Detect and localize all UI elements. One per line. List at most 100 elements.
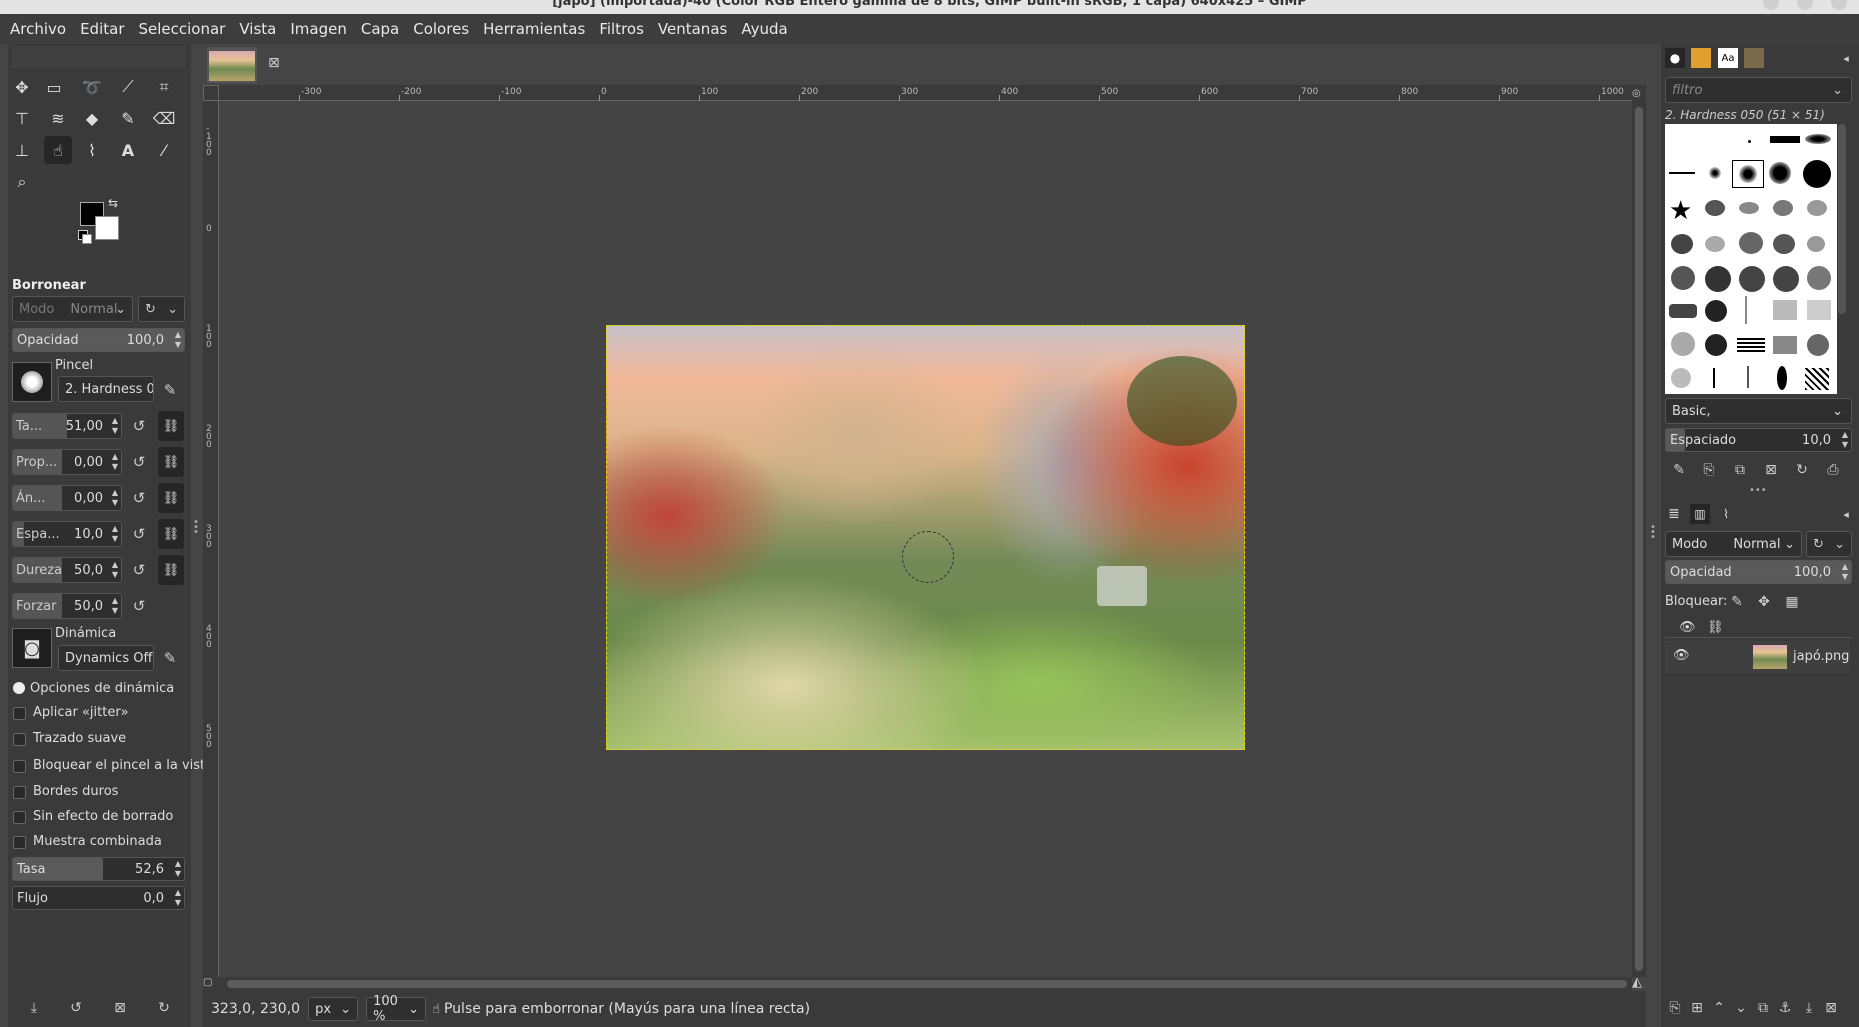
link-hardness-icon[interactable]: ⛓	[158, 555, 184, 585]
brush-item[interactable]	[1745, 296, 1747, 324]
layer-row[interactable]: 👁 japó.png	[1665, 641, 1850, 673]
vertical-scrollbar[interactable]	[1632, 101, 1646, 977]
brush-item[interactable]	[1705, 300, 1727, 322]
brush-item[interactable]	[1739, 202, 1759, 214]
anchor-layer-icon[interactable]: ⚓	[1775, 998, 1795, 1018]
unit-combo[interactable]: px ⌄	[308, 997, 359, 1021]
delete-brush-icon[interactable]: ⊠	[1761, 460, 1781, 480]
brush-item[interactable]	[1769, 162, 1791, 184]
dynamics-preview[interactable]: ◙	[12, 628, 52, 668]
spin-arrows-icon[interactable]: ▲ ▼	[112, 596, 118, 616]
brush-item[interactable]	[1737, 336, 1765, 352]
brush-item[interactable]	[1777, 366, 1787, 390]
brush-item[interactable]	[1669, 172, 1695, 174]
dock-separator-handle[interactable]: •••	[1749, 485, 1767, 496]
brush-item[interactable]	[1705, 200, 1725, 216]
brush-item[interactable]	[1770, 136, 1800, 143]
reset-hardness-icon[interactable]: ↺	[129, 560, 149, 580]
brush-filter-field[interactable]: filtro ⌄	[1665, 77, 1852, 103]
open-brush-as-image-icon[interactable]: ⎙	[1823, 460, 1843, 480]
dock-handle-left[interactable]: • • •	[193, 518, 199, 538]
mode-combo[interactable]: Modo Normal ⌄	[12, 296, 133, 322]
horizontal-scrollbar[interactable]	[219, 977, 1632, 991]
bucket-fill-tool-icon[interactable]: ◆	[78, 104, 106, 132]
link-angle-icon[interactable]: ⛓	[158, 483, 184, 513]
brush-preview[interactable]	[12, 362, 52, 402]
warp-tool-icon[interactable]: ≋	[44, 104, 72, 132]
merge-down-icon[interactable]: ⤓	[1799, 998, 1819, 1018]
brush-item[interactable]	[1705, 236, 1725, 252]
brush-item[interactable]	[1705, 334, 1727, 356]
brush-name-field[interactable]: 2. Hardness 050	[58, 376, 154, 402]
expander-icon[interactable]	[13, 682, 25, 694]
fonts-tab-icon[interactable]: Aa	[1718, 48, 1738, 68]
eraser-tool-icon[interactable]: ⌫	[150, 104, 178, 132]
angle-spin[interactable]: Án... 0,00 ▲ ▼	[12, 485, 122, 511]
brush-item[interactable]	[1671, 266, 1695, 290]
brush-star-icon[interactable]: ★	[1669, 196, 1692, 226]
menu-seleccionar[interactable]: Seleccionar	[139, 20, 226, 38]
layers-tab-icon[interactable]: ≣	[1664, 504, 1684, 524]
edit-dynamics-icon[interactable]: ✎	[160, 648, 180, 668]
close-tab-icon[interactable]: ⊠	[268, 55, 280, 71]
zoom-lock-icon[interactable]: ◎	[1632, 85, 1646, 101]
configure-layers-tab-icon[interactable]: ◂	[1836, 504, 1856, 524]
brushes-tab-icon[interactable]: ●	[1665, 48, 1685, 68]
hard-edge-checkbox[interactable]	[13, 786, 26, 799]
menu-colores[interactable]: Colores	[413, 20, 469, 38]
layer-mode-reset-combo[interactable]: ↻ ⌄	[1806, 531, 1852, 557]
spin-arrows-icon[interactable]: ▲ ▼	[112, 416, 118, 436]
dynamics-options-label[interactable]: Opciones de dinámica	[30, 681, 174, 696]
brush-tag-combo[interactable]: Basic, ⌄	[1665, 398, 1852, 424]
brush-item[interactable]	[1669, 304, 1697, 318]
layer-visibility-icon[interactable]: 👁	[1673, 648, 1690, 663]
channels-tab-icon[interactable]: ▥	[1690, 504, 1710, 524]
background-color-swatch[interactable]	[95, 216, 119, 240]
reset-spacing-icon[interactable]: ↺	[129, 524, 149, 544]
mode-reset-combo[interactable]: ↻ ⌄	[138, 296, 185, 322]
force-spin[interactable]: Forzar 50,0 ▲ ▼	[12, 593, 122, 619]
quick-mask-toggle[interactable]: ▢	[203, 977, 219, 991]
brush-item[interactable]	[1807, 334, 1829, 356]
smooth-stroke-checkbox[interactable]	[13, 733, 26, 746]
menu-capa[interactable]: Capa	[361, 20, 399, 38]
lock-pixels-icon[interactable]: ✎	[1727, 592, 1747, 612]
menu-imagen[interactable]: Imagen	[290, 20, 346, 38]
link-aspect-icon[interactable]: ⛓	[158, 447, 184, 477]
swap-colors-icon[interactable]: ⇆	[108, 196, 118, 210]
brush-spacing-spin[interactable]: Espaciado 10,0 ▲ ▼	[1665, 428, 1852, 452]
spin-arrows-icon[interactable]: ▲ ▼	[175, 859, 181, 879]
brush-item[interactable]	[1739, 266, 1765, 292]
restore-options-icon[interactable]: ↺	[66, 998, 86, 1018]
crop-tool-icon[interactable]: ⌗	[150, 73, 178, 101]
move-tool-icon[interactable]: ✥	[8, 73, 36, 101]
opacity-spin[interactable]: Opacidad 100,0 ▲ ▼	[12, 328, 185, 352]
no-erasing-checkbox[interactable]	[13, 811, 26, 824]
patterns-tab-icon[interactable]	[1691, 48, 1711, 68]
jitter-checkbox[interactable]	[13, 707, 26, 720]
layers-empty-area[interactable]	[1665, 797, 1852, 997]
brush-item[interactable]	[1773, 234, 1795, 254]
default-colors-icon[interactable]	[78, 230, 92, 244]
brush-item[interactable]	[1773, 200, 1793, 216]
vertical-ruler[interactable]: -100 0 100 200 300 400 500	[203, 101, 219, 987]
menu-ayuda[interactable]: Ayuda	[741, 20, 787, 38]
zoom-combo[interactable]: 100 % ⌄	[366, 994, 427, 1024]
brush-item-selected[interactable]	[1732, 160, 1764, 188]
new-layer-icon[interactable]: ⊞	[1687, 998, 1707, 1018]
spin-arrows-icon[interactable]: ▲ ▼	[1842, 430, 1848, 450]
layer-mode-combo[interactable]: Modo Normal ⌄	[1665, 531, 1802, 557]
lock-brush-checkbox[interactable]	[13, 760, 26, 773]
spin-arrows-icon[interactable]: ▲ ▼	[112, 560, 118, 580]
layer-opacity-spin[interactable]: Opacidad 100,0 ▲ ▼	[1665, 560, 1852, 584]
brush-item[interactable]	[1713, 368, 1715, 388]
menu-editar[interactable]: Editar	[80, 20, 124, 38]
brush-item[interactable]	[1773, 336, 1797, 354]
brush-item[interactable]	[1705, 266, 1731, 292]
spin-arrows-icon[interactable]: ▲ ▼	[175, 330, 181, 350]
edit-brush-icon[interactable]: ✎	[1669, 460, 1689, 480]
reset-angle-icon[interactable]: ↺	[129, 488, 149, 508]
spin-arrows-icon[interactable]: ▲ ▼	[1842, 562, 1848, 582]
paintbrush-tool-icon[interactable]: ✎	[114, 104, 142, 132]
rate-spin[interactable]: Tasa 52,6 ▲ ▼	[12, 857, 185, 881]
